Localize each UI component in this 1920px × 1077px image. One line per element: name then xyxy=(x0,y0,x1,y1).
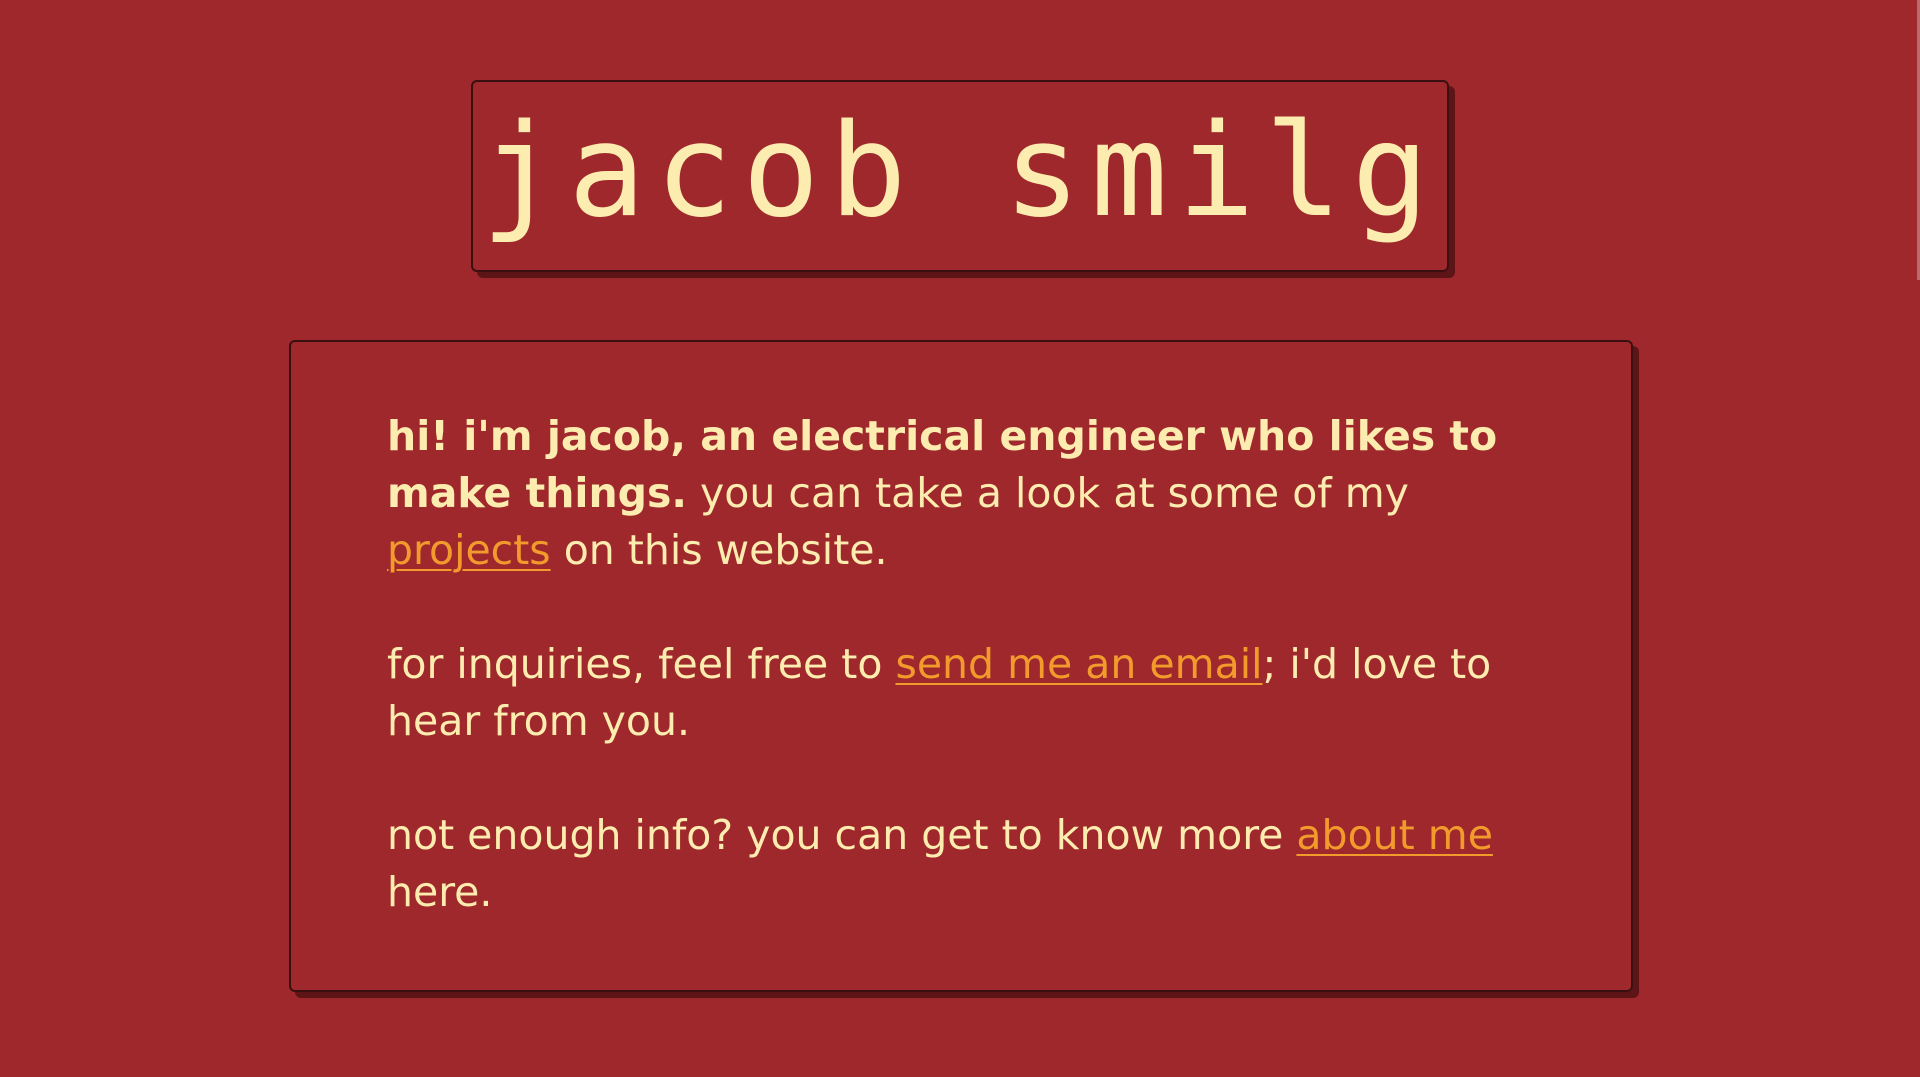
about-text: not enough info? you can get to know mor… xyxy=(387,811,1297,859)
about-paragraph: not enough info? you can get to know mor… xyxy=(387,807,1551,921)
contact-text: for inquiries, feel free to xyxy=(387,640,896,688)
intro-paragraph: hi! i'm jacob, an electrical engineer wh… xyxy=(387,408,1551,579)
projects-link[interactable]: projects xyxy=(387,526,551,574)
about-me-link[interactable]: about me xyxy=(1296,811,1493,859)
intro-text-end: on this website. xyxy=(550,526,888,574)
intro-card: hi! i'm jacob, an electrical engineer wh… xyxy=(289,340,1633,992)
intro-text: you can take a look at some of my xyxy=(687,469,1409,517)
about-text-end: here. xyxy=(387,868,493,916)
title-banner: jacob smilg xyxy=(471,80,1449,272)
site-title: jacob smilg xyxy=(481,97,1439,246)
contact-paragraph: for inquiries, feel free to send me an e… xyxy=(387,636,1551,750)
email-link[interactable]: send me an email xyxy=(895,640,1262,688)
